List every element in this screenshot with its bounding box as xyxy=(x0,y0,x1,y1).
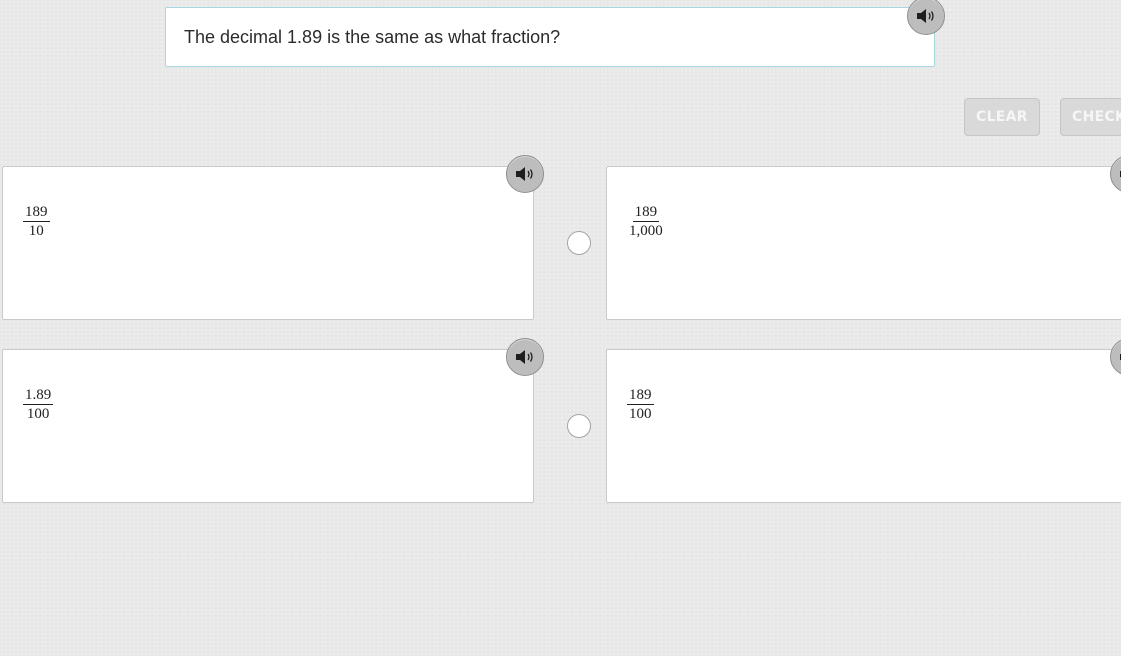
question-audio-button[interactable] xyxy=(907,0,945,35)
question-box: The decimal 1.89 is the same as what fra… xyxy=(165,7,935,67)
answer-4-numerator: 189 xyxy=(627,387,654,405)
answer-3-audio-button[interactable] xyxy=(506,338,544,376)
speaker-icon xyxy=(516,167,533,181)
answer-1-denominator: 10 xyxy=(28,223,44,239)
speaker-icon xyxy=(516,350,533,364)
question-text: The decimal 1.89 is the same as what fra… xyxy=(184,27,561,47)
speaker-icon xyxy=(917,9,934,23)
clear-button[interactable]: CLEAR xyxy=(964,98,1040,136)
answer-option-4[interactable]: 189 100 xyxy=(606,349,1121,503)
answer-option-2[interactable]: 189 1,000 xyxy=(606,166,1121,320)
answer-1-fraction: 189 10 xyxy=(23,204,50,239)
check-button[interactable]: CHECK xyxy=(1060,98,1121,136)
answer-2-fraction: 189 1,000 xyxy=(627,204,665,239)
answer-option-1[interactable]: 189 10 xyxy=(2,166,534,320)
answer-radio-row-2[interactable] xyxy=(567,414,591,438)
answer-4-denominator: 100 xyxy=(629,406,652,422)
assessment-page: The decimal 1.89 is the same as what fra… xyxy=(0,0,1121,656)
answer-option-3[interactable]: 1.89 100 xyxy=(2,349,534,503)
answer-radio-row-1[interactable] xyxy=(567,231,591,255)
answer-3-numerator: 1.89 xyxy=(23,387,54,405)
answer-2-denominator: 1,000 xyxy=(629,223,663,239)
answer-1-numerator: 189 xyxy=(23,204,50,222)
answer-2-numerator: 189 xyxy=(632,204,660,222)
answer-3-fraction: 1.89 100 xyxy=(23,387,54,422)
answer-1-audio-button[interactable] xyxy=(506,155,544,193)
answer-4-fraction: 189 100 xyxy=(627,387,654,422)
answer-3-denominator: 100 xyxy=(26,406,50,422)
